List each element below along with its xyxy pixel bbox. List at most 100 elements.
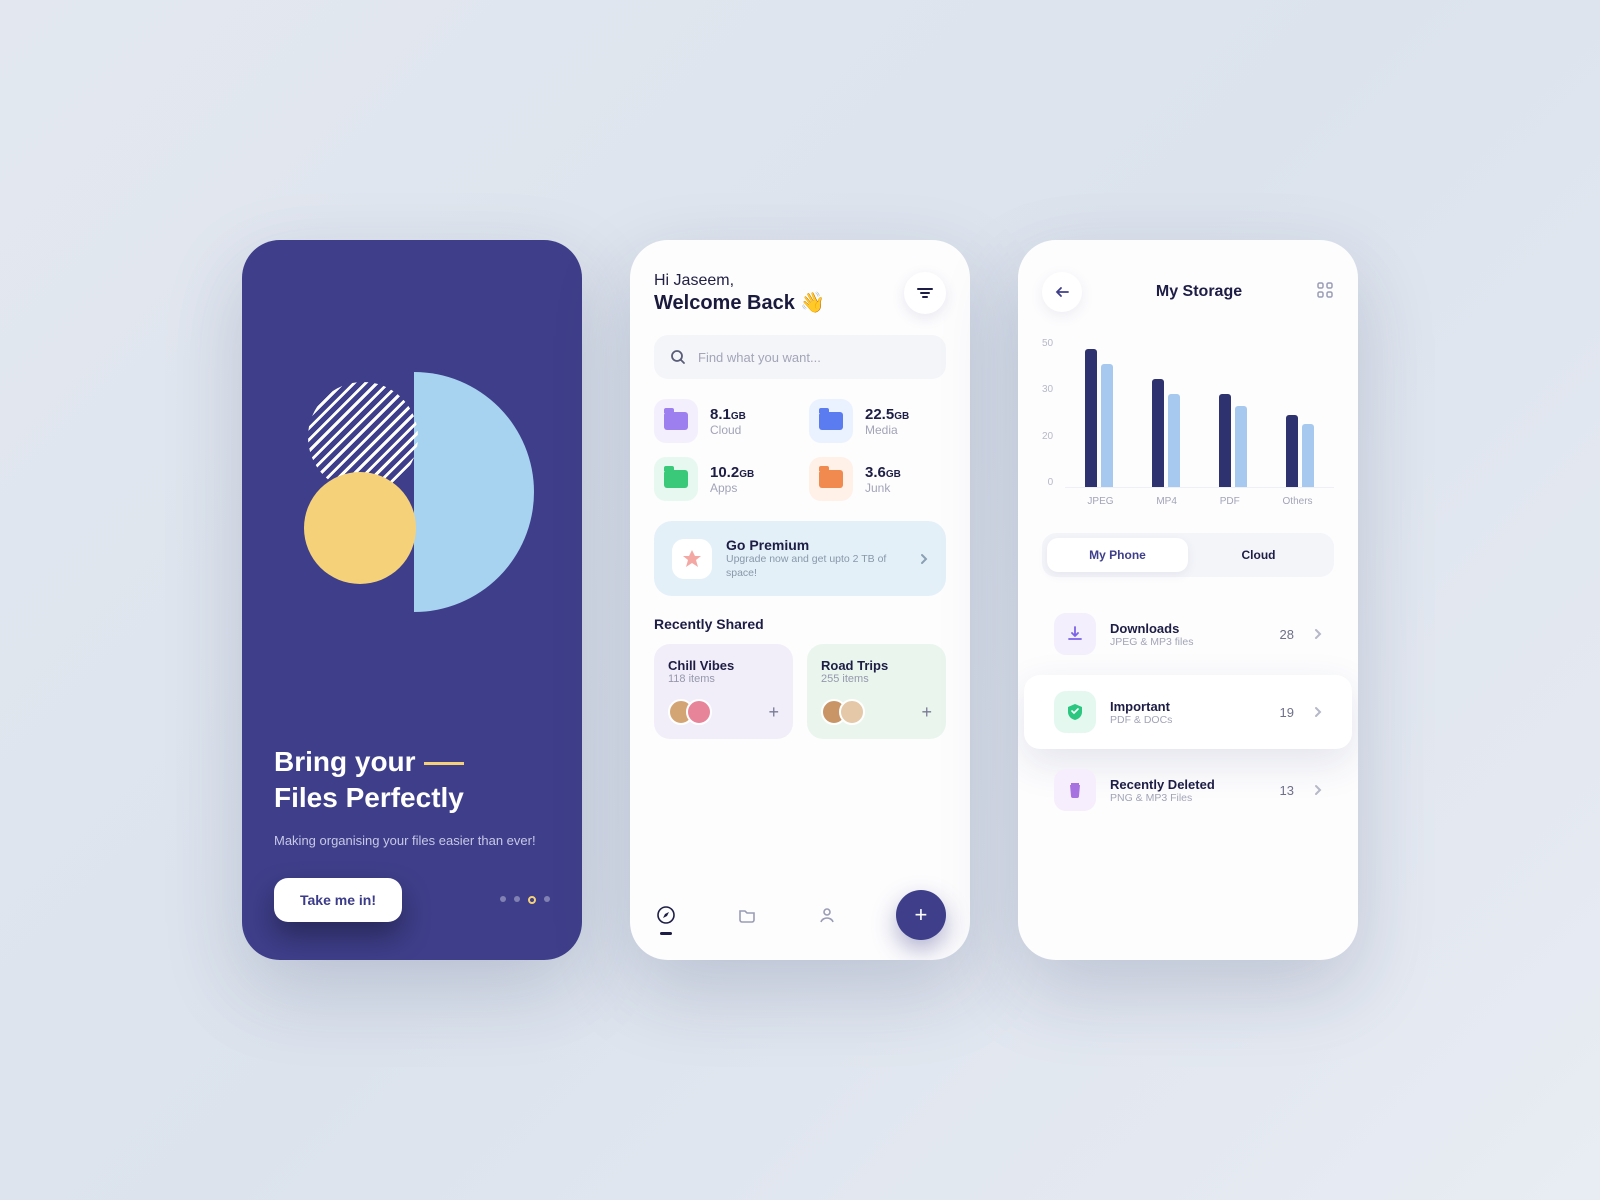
- premium-banner[interactable]: Go Premium Upgrade now and get upto 2 TB…: [654, 521, 946, 596]
- bar-group-mp4: [1152, 379, 1180, 487]
- shared-card-chill-vibes[interactable]: Chill Vibes 118 items +: [654, 644, 793, 739]
- x-tick: PDF: [1220, 496, 1240, 507]
- folder-subtitle: PDF & DOCs: [1110, 714, 1172, 726]
- home-screen: Hi Jaseem, Welcome Back 👋 Find what you …: [630, 240, 970, 960]
- folder-title: Important: [1110, 699, 1172, 714]
- bar: [1219, 394, 1231, 487]
- category-label: Apps: [710, 481, 754, 495]
- folder-row-icon: [1054, 691, 1096, 733]
- plus-icon: +: [915, 902, 928, 928]
- y-tick: 30: [1042, 384, 1053, 395]
- add-icon[interactable]: +: [921, 702, 932, 723]
- chevron-right-icon: [1314, 706, 1322, 718]
- greeting-text: Hi Jaseem,: [654, 272, 825, 290]
- folder-subtitle: JPEG & MP3 files: [1110, 636, 1193, 648]
- folder-row-icon: [1054, 769, 1096, 811]
- folder-row-recently deleted[interactable]: Recently Deleted PNG & MP3 Files 13: [1042, 755, 1334, 825]
- bar: [1235, 406, 1247, 487]
- onboarding-illustration: [274, 278, 550, 726]
- grid-icon: [1316, 281, 1334, 299]
- bar-group-jpeg: [1085, 349, 1113, 487]
- chevron-right-icon: [920, 553, 928, 565]
- storage-chart: 50 30 20 0 JPEG MP4 PDF Others: [1042, 338, 1334, 507]
- grid-view-button[interactable]: [1316, 281, 1334, 304]
- bar: [1286, 415, 1298, 487]
- x-tick: MP4: [1156, 496, 1177, 507]
- bar: [1085, 349, 1097, 487]
- chevron-right-icon: [1314, 784, 1322, 796]
- back-button[interactable]: [1042, 272, 1082, 312]
- premium-title: Go Premium: [726, 537, 906, 553]
- folder-title: Downloads: [1110, 621, 1193, 636]
- category-apps[interactable]: 10.2GB Apps: [654, 457, 791, 501]
- folder-icon: [654, 399, 698, 443]
- y-tick: 20: [1042, 431, 1053, 442]
- category-media[interactable]: 22.5GB Media: [809, 399, 946, 443]
- segment-cloud[interactable]: Cloud: [1188, 538, 1329, 572]
- segment-my-phone[interactable]: My Phone: [1047, 538, 1188, 572]
- search-placeholder: Find what you want...: [698, 350, 821, 365]
- chevron-right-icon: [1314, 628, 1322, 640]
- premium-subtitle: Upgrade now and get upto 2 TB of space!: [726, 553, 906, 580]
- folder-count: 19: [1280, 705, 1294, 720]
- recently-shared-heading: Recently Shared: [654, 616, 946, 632]
- y-tick: 0: [1042, 477, 1053, 488]
- arrow-left-icon: [1055, 286, 1069, 298]
- category-label: Junk: [865, 481, 901, 495]
- onboarding-subtitle: Making organising your files easier than…: [274, 831, 550, 851]
- nav-profile[interactable]: [815, 903, 839, 927]
- add-button[interactable]: +: [896, 890, 946, 940]
- storage-screen: My Storage 5030200 JPEGMP4PDFOthers My P…: [1018, 240, 1358, 960]
- shared-count: 255 items: [821, 673, 932, 685]
- folder-row-important[interactable]: Important PDF & DOCs 19: [1024, 675, 1352, 749]
- add-icon[interactable]: +: [768, 702, 779, 723]
- folder-icon: [809, 399, 853, 443]
- filter-icon: [917, 287, 933, 299]
- premium-icon: [672, 539, 712, 579]
- folder-row-downloads[interactable]: Downloads JPEG & MP3 files 28: [1042, 599, 1334, 669]
- search-icon: [670, 349, 686, 365]
- nav-explore[interactable]: [654, 903, 678, 927]
- category-junk[interactable]: 3.6GB Junk: [809, 457, 946, 501]
- compass-icon: [656, 905, 676, 925]
- user-icon: [817, 905, 837, 925]
- search-input[interactable]: Find what you want...: [654, 335, 946, 379]
- take-me-in-button[interactable]: Take me in!: [274, 878, 402, 922]
- welcome-text: Welcome Back 👋: [654, 290, 825, 315]
- category-cloud[interactable]: 8.1GB Cloud: [654, 399, 791, 443]
- folder-icon: [654, 457, 698, 501]
- shared-title: Chill Vibes: [668, 658, 779, 673]
- category-size: 8.1GB: [710, 406, 746, 423]
- onboarding-screen: Bring your Files Perfectly Making organi…: [242, 240, 582, 960]
- bar: [1168, 394, 1180, 487]
- category-size: 3.6GB: [865, 464, 901, 481]
- y-tick: 50: [1042, 338, 1053, 349]
- onboarding-title: Bring your Files Perfectly: [274, 744, 550, 817]
- shared-title: Road Trips: [821, 658, 932, 673]
- folder-count: 28: [1280, 627, 1294, 642]
- shared-count: 118 items: [668, 673, 779, 685]
- shared-card-road-trips[interactable]: Road Trips 255 items +: [807, 644, 946, 739]
- category-size: 22.5GB: [865, 406, 909, 423]
- x-tick: Others: [1283, 496, 1313, 507]
- folder-row-icon: [1054, 613, 1096, 655]
- avatar-stack: [821, 699, 857, 725]
- page-indicator: [500, 896, 550, 904]
- folder-count: 13: [1280, 783, 1294, 798]
- bar: [1152, 379, 1164, 487]
- avatar-stack: [668, 699, 704, 725]
- bar-group-pdf: [1219, 394, 1247, 487]
- category-label: Cloud: [710, 423, 746, 437]
- category-label: Media: [865, 423, 909, 437]
- x-tick: JPEG: [1087, 496, 1113, 507]
- folder-icon: [809, 457, 853, 501]
- category-size: 10.2GB: [710, 464, 754, 481]
- storage-segment: My Phone Cloud: [1042, 533, 1334, 577]
- folder-icon: [737, 905, 757, 925]
- bar-group-others: [1286, 415, 1314, 487]
- folder-title: Recently Deleted: [1110, 777, 1215, 792]
- menu-button[interactable]: [904, 272, 946, 314]
- nav-files[interactable]: [735, 903, 759, 927]
- bar: [1302, 424, 1314, 487]
- folder-subtitle: PNG & MP3 Files: [1110, 792, 1215, 804]
